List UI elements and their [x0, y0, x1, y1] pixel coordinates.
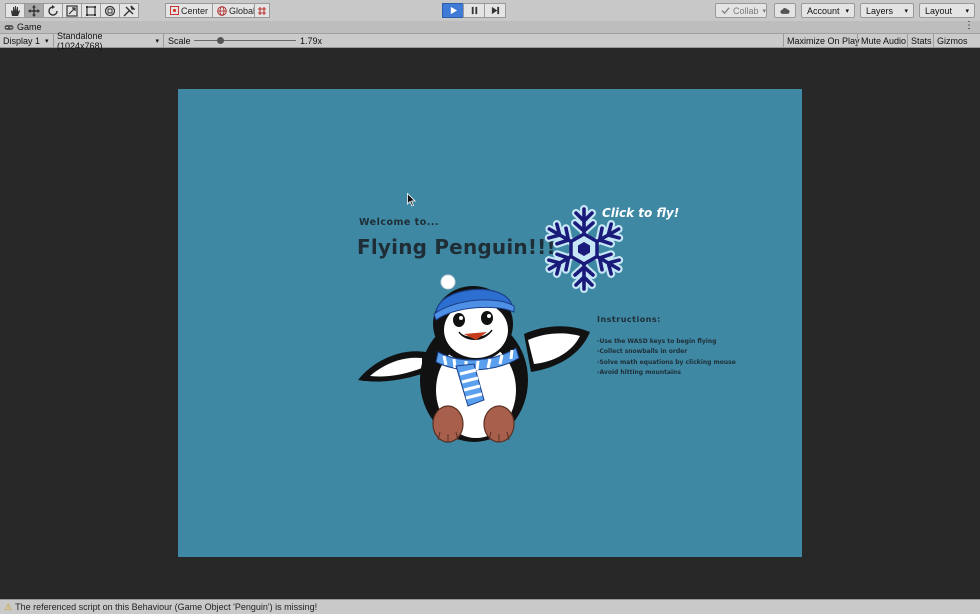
game-view-controls: Display 1 ▾ Standalone (1024x768) ▾ Scal…: [0, 31, 980, 51]
status-message: The referenced script on this Behaviour …: [15, 602, 318, 612]
grid-snap-icon[interactable]: [254, 3, 270, 18]
chevron-down-icon: ▾: [904, 7, 908, 15]
warning-icon: ⚠: [4, 601, 13, 612]
maximize-label: Maximize On Play: [787, 35, 860, 46]
stats-toggle[interactable]: Stats: [907, 34, 935, 47]
transform-tool-icon[interactable]: [100, 3, 120, 18]
cloud-button[interactable]: [774, 3, 796, 18]
play-button[interactable]: [442, 3, 464, 18]
gizmos-label: Gizmos: [937, 35, 968, 46]
instruction-item: -Avoid hitting mountains: [597, 368, 681, 376]
kebab-menu-icon[interactable]: ⋮: [964, 20, 974, 31]
display-dropdown[interactable]: Display 1 ▾: [0, 34, 54, 47]
globe-icon: [217, 5, 227, 16]
collab-dropdown[interactable]: Collab ▾: [715, 3, 767, 18]
step-button[interactable]: [484, 3, 506, 18]
transform-tools: [5, 3, 139, 18]
collab-label: Collab: [733, 5, 759, 16]
tab-game-label: Game: [17, 22, 42, 32]
account-label: Account: [807, 5, 840, 16]
layers-label: Layers: [866, 5, 894, 16]
rect-tool-icon[interactable]: [81, 3, 101, 18]
tab-game[interactable]: Game: [4, 21, 42, 33]
scale-slider-track[interactable]: [194, 40, 296, 41]
pivot-rotation-label: Global: [229, 5, 256, 16]
scale-value: 1.79x: [300, 35, 323, 46]
mute-audio-toggle[interactable]: Mute Audio: [857, 34, 909, 47]
game-view-canvas[interactable]: Welcome to... Flying Penguin!!! Click to…: [178, 89, 802, 557]
step-icon: [491, 6, 499, 15]
play-icon: [450, 6, 457, 15]
pivot-toggles: Center Global: [165, 3, 261, 18]
scale-slider-thumb[interactable]: [217, 37, 224, 44]
pivot-mode-button[interactable]: Center: [165, 3, 214, 18]
chevron-down-icon: ▾: [762, 7, 767, 15]
instruction-item: -Solve math equations by clicking mouse: [597, 358, 736, 366]
layout-dropdown[interactable]: Layout ▾: [919, 3, 975, 18]
chevron-down-icon: ▾: [965, 7, 969, 15]
scale-tool-icon[interactable]: [62, 3, 82, 18]
resolution-label: Standalone (1024x768): [57, 30, 103, 51]
pause-icon: [471, 6, 477, 15]
chevron-down-icon: ▾: [845, 7, 849, 15]
pivot-center-icon: [170, 6, 179, 15]
console-status-bar[interactable]: ⚠ The referenced script on this Behaviou…: [0, 599, 980, 614]
collab-check-icon: [721, 7, 730, 15]
layout-label: Layout: [925, 5, 953, 16]
pivot-mode-label: Center: [181, 5, 209, 16]
mouse-cursor-icon: [407, 193, 416, 207]
hand-tool-icon[interactable]: [5, 3, 25, 18]
play-controls: [442, 3, 506, 18]
instructions-list: -Use the WASD keys to begin flying -Coll…: [597, 337, 736, 378]
chevron-down-icon: ▾: [155, 37, 159, 45]
pause-button[interactable]: [463, 3, 485, 18]
stats-label: Stats: [911, 35, 932, 46]
instruction-item: -Collect snowballs in order: [597, 348, 688, 356]
gamepad-icon: [4, 24, 14, 30]
move-tool-icon[interactable]: [24, 3, 44, 18]
account-dropdown[interactable]: Account ▾: [801, 3, 855, 18]
cloud-icon: [780, 7, 790, 14]
snap-group: [254, 3, 270, 18]
game-title: Flying Penguin!!!: [357, 235, 556, 259]
mute-label: Mute Audio: [861, 35, 907, 46]
display-label: Display 1: [3, 35, 41, 46]
custom-tool-icon[interactable]: [119, 3, 139, 18]
scale-label: Scale: [168, 35, 191, 46]
resolution-dropdown[interactable]: Standalone (1024x768) ▾: [54, 31, 164, 51]
instruction-item: -Use the WASD keys to begin flying: [597, 338, 717, 345]
main-toolbar: Center Global Collab ▾ Account ▾ Layers …: [0, 0, 980, 22]
maximize-on-play-toggle[interactable]: Maximize On Play: [783, 34, 863, 47]
rotate-tool-icon[interactable]: [43, 3, 63, 18]
click-to-fly-label[interactable]: Click to fly!: [602, 206, 679, 220]
instructions-heading: Instructions:: [597, 315, 661, 324]
welcome-text: Welcome to...: [359, 217, 440, 228]
gizmos-dropdown[interactable]: Gizmos: [933, 34, 971, 47]
pivot-rotation-button[interactable]: Global: [212, 3, 261, 18]
layers-dropdown[interactable]: Layers ▾: [860, 3, 914, 18]
penguin-character: [358, 274, 590, 443]
chevron-down-icon: ▾: [45, 37, 49, 45]
